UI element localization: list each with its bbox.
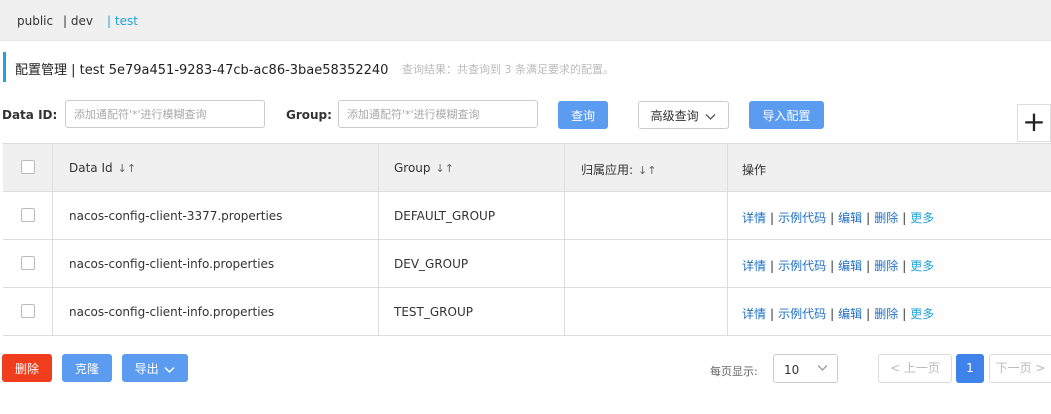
group-label: Group: bbox=[286, 108, 332, 122]
search-bar: Data ID: Group: 查询 高级查询 导入配置 bbox=[0, 100, 1051, 130]
add-config-button[interactable]: + bbox=[1017, 104, 1051, 142]
advanced-query-label: 高级查询 bbox=[650, 109, 699, 123]
config-table: Data Id ↓↑ Group ↓↑ 归属应用: ↓↑ 操作 nacos-confi… bbox=[2, 143, 1051, 336]
page-size-select[interactable]: 10 bbox=[773, 354, 838, 383]
advanced-query-button[interactable]: 高级查询 bbox=[638, 101, 729, 129]
row-actions: 详情 | 示例代码 | 编辑 | 删除 | 更多 bbox=[742, 211, 935, 225]
row-data-id: nacos-config-client-info.properties bbox=[69, 257, 275, 271]
header-checkbox-cell bbox=[3, 144, 53, 191]
row-data-id: nacos-config-client-info.properties bbox=[69, 305, 275, 319]
more-link[interactable]: 更多 bbox=[910, 211, 934, 225]
header-ops-label: 操作 bbox=[742, 163, 767, 177]
chevron-down-icon bbox=[705, 109, 716, 123]
next-page-button[interactable]: 下一页 > bbox=[989, 354, 1051, 383]
clone-button[interactable]: 克隆 bbox=[62, 354, 112, 382]
row-data-id: nacos-config-client-3377.properties bbox=[69, 209, 283, 223]
data-id-input[interactable] bbox=[65, 100, 265, 128]
sample-code-link[interactable]: 示例代码 bbox=[778, 307, 826, 321]
row-checkbox[interactable] bbox=[21, 304, 35, 318]
table-row: nacos-config-client-info.properties DEV_… bbox=[3, 240, 1051, 288]
header-data-id[interactable]: Data Id ↓↑ bbox=[53, 144, 379, 191]
current-page-button[interactable]: 1 bbox=[956, 354, 984, 383]
table-header-row: Data Id ↓↑ Group ↓↑ 归属应用: ↓↑ 操作 bbox=[3, 144, 1051, 192]
batch-delete-button[interactable]: 删除 bbox=[2, 354, 52, 382]
export-label: 导出 bbox=[134, 362, 159, 376]
detail-link[interactable]: 详情 bbox=[742, 307, 766, 321]
query-button[interactable]: 查询 bbox=[558, 101, 608, 129]
row-checkbox[interactable] bbox=[21, 208, 35, 222]
delete-link[interactable]: 删除 bbox=[874, 307, 898, 321]
chevron-down-icon bbox=[164, 362, 175, 376]
export-button[interactable]: 导出 bbox=[122, 354, 188, 382]
row-checkbox[interactable] bbox=[21, 256, 35, 270]
edit-link[interactable]: 编辑 bbox=[838, 307, 862, 321]
row-actions: 详情 | 示例代码 | 编辑 | 删除 | 更多 bbox=[742, 259, 935, 273]
header-app-label: 归属应用: bbox=[581, 163, 634, 177]
more-link[interactable]: 更多 bbox=[910, 307, 934, 321]
sort-icon: ↓↑ bbox=[117, 162, 137, 175]
header-app[interactable]: 归属应用: ↓↑ bbox=[565, 144, 728, 191]
page-header: 配置管理 | test 5e79a451-9283-47cb-ac86-3bae… bbox=[0, 52, 1051, 82]
namespace-public[interactable]: public bbox=[17, 14, 53, 28]
namespace-bar: public | dev | test bbox=[0, 0, 1051, 41]
table-row: nacos-config-client-info.properties TEST… bbox=[3, 288, 1051, 336]
delete-link[interactable]: 删除 bbox=[874, 211, 898, 225]
delete-link[interactable]: 删除 bbox=[874, 259, 898, 273]
header-data-id-label: Data Id bbox=[69, 161, 113, 175]
import-config-button[interactable]: 导入配置 bbox=[749, 101, 824, 129]
table-footer: 删除 克隆 导出 每页显示: 10 < 上一页 1 下一页 > bbox=[0, 354, 1051, 384]
group-input[interactable] bbox=[338, 100, 538, 128]
query-result-hint: 查询结果：共查询到 3 条满足要求的配置。 bbox=[402, 63, 614, 76]
namespace-dev[interactable]: | dev bbox=[63, 14, 93, 28]
edit-link[interactable]: 编辑 bbox=[838, 259, 862, 273]
edit-link[interactable]: 编辑 bbox=[838, 211, 862, 225]
data-id-label: Data ID: bbox=[2, 108, 58, 122]
detail-link[interactable]: 详情 bbox=[742, 211, 766, 225]
sample-code-link[interactable]: 示例代码 bbox=[778, 211, 826, 225]
sample-code-link[interactable]: 示例代码 bbox=[778, 259, 826, 273]
detail-link[interactable]: 详情 bbox=[742, 259, 766, 273]
row-group: DEFAULT_GROUP bbox=[394, 209, 496, 223]
row-group: TEST_GROUP bbox=[394, 305, 473, 319]
header-group[interactable]: Group ↓↑ bbox=[379, 144, 565, 191]
plus-icon: + bbox=[1022, 105, 1046, 138]
sort-icon: ↓↑ bbox=[638, 164, 657, 177]
row-group: DEV_GROUP bbox=[394, 257, 469, 271]
page-size-value: 10 bbox=[784, 363, 800, 377]
table-row: nacos-config-client-3377.properties DEFA… bbox=[3, 192, 1051, 240]
sort-icon: ↓↑ bbox=[435, 162, 454, 175]
header-ops: 操作 bbox=[728, 144, 1051, 191]
page-title: 配置管理 | test 5e79a451-9283-47cb-ac86-3bae… bbox=[15, 63, 389, 78]
header-group-label: Group bbox=[394, 161, 431, 175]
title-accent-bar bbox=[3, 52, 6, 82]
more-link[interactable]: 更多 bbox=[910, 259, 934, 273]
page-size-label: 每页显示: bbox=[710, 365, 758, 378]
chevron-down-icon bbox=[817, 361, 828, 375]
namespace-test[interactable]: | test bbox=[107, 14, 138, 28]
select-all-checkbox[interactable] bbox=[21, 160, 35, 174]
prev-page-button[interactable]: < 上一页 bbox=[878, 354, 952, 383]
row-actions: 详情 | 示例代码 | 编辑 | 删除 | 更多 bbox=[742, 307, 935, 321]
